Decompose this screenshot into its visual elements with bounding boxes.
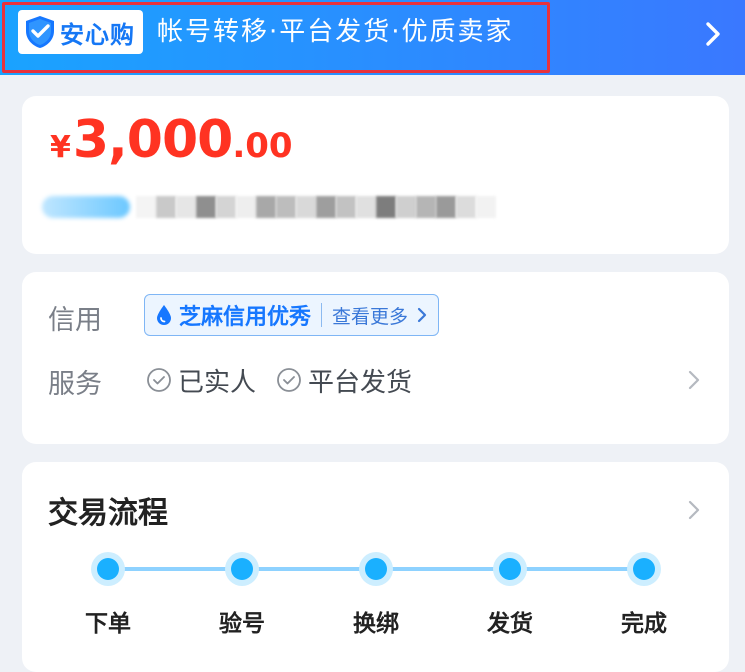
credit-label: 信用	[48, 305, 102, 336]
chevron-right-icon[interactable]	[687, 368, 701, 392]
blurred-listing-title	[42, 192, 522, 222]
service-item-platform-delivery: 平台发货	[276, 362, 412, 399]
step-dot	[359, 552, 393, 586]
service-text: 平台发货	[308, 367, 413, 398]
step-label: 发货	[487, 611, 533, 637]
seller-info-card[interactable]: 信用 芝麻信用优秀 查看更多 服务 已实人 平台发货	[22, 272, 729, 444]
step-label: 换绑	[353, 611, 399, 637]
price-currency: ¥	[50, 130, 71, 165]
step-dot	[627, 552, 661, 586]
service-label: 服务	[48, 369, 102, 400]
banner-highlight-box	[2, 2, 550, 73]
price: ¥3,000.00	[50, 110, 293, 182]
flow-step-complete: 完成	[604, 552, 684, 638]
flow-step-rebind: 换绑	[336, 552, 416, 638]
blurred-tag	[42, 196, 130, 218]
step-dot	[493, 552, 527, 586]
flow-step-verify: 验号	[202, 552, 282, 638]
step-label: 下单	[85, 611, 131, 637]
chevron-right-icon[interactable]	[687, 498, 701, 522]
flow-step-order: 下单	[68, 552, 148, 638]
assurance-banner[interactable]: 安心购 帐号转移·平台发货·优质卖家	[0, 0, 745, 75]
price-decimal: .00	[232, 126, 293, 166]
flow-step-deliver: 发货	[470, 552, 550, 638]
service-text: 已实人	[178, 367, 257, 398]
credit-level: 芝麻信用优秀	[179, 305, 312, 330]
service-list: 已实人 平台发货	[146, 360, 432, 400]
view-more-link[interactable]: 查看更多	[332, 302, 408, 329]
credit-badge[interactable]: 芝麻信用优秀 查看更多	[144, 294, 440, 336]
trade-flow-card[interactable]: 交易流程 下单 验号 换绑 发货 完成	[22, 462, 729, 672]
price-integer: 3,000	[72, 110, 233, 170]
service-item-verified: 已实人	[146, 362, 256, 399]
step-label: 完成	[621, 611, 667, 637]
check-circle-icon	[277, 368, 301, 392]
price-card: ¥3,000.00	[22, 96, 729, 254]
step-dot	[91, 552, 125, 586]
blurred-text	[136, 196, 496, 218]
chevron-right-icon	[417, 307, 427, 323]
flow-title: 交易流程	[48, 496, 168, 531]
check-circle-icon	[147, 368, 171, 392]
divider	[321, 303, 323, 327]
step-dot	[225, 552, 259, 586]
drop-icon	[157, 305, 171, 325]
step-label: 验号	[219, 611, 265, 637]
chevron-right-icon[interactable]	[699, 16, 727, 52]
